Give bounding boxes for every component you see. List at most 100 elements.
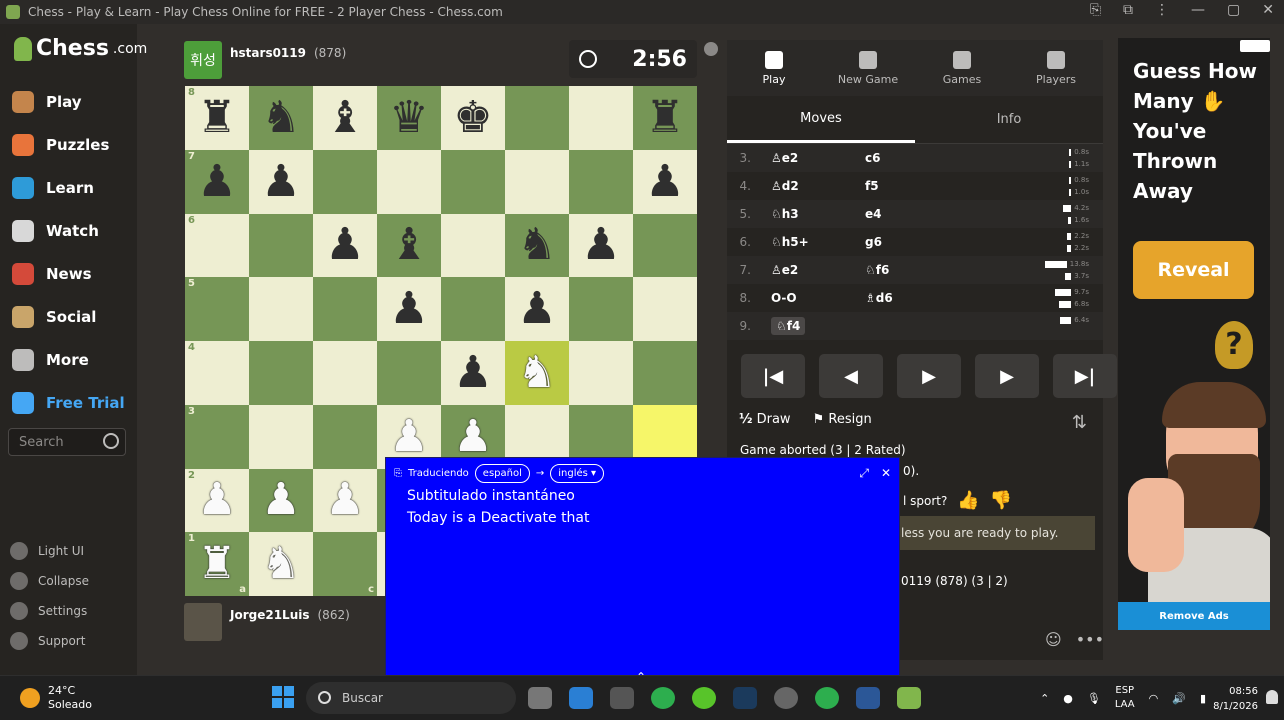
board-square[interactable]: ♟ bbox=[377, 277, 441, 341]
board-square[interactable] bbox=[633, 277, 697, 341]
board-square[interactable]: ♞ bbox=[249, 86, 313, 150]
white-pawn-icon[interactable]: ♟ bbox=[197, 478, 236, 522]
sidebar-item-free-trial[interactable]: Free Trial bbox=[0, 381, 137, 424]
board-square[interactable]: ♜ bbox=[633, 86, 697, 150]
expand-icon[interactable]: ⤢ bbox=[859, 466, 869, 481]
taskbar-search[interactable]: Buscar bbox=[306, 682, 516, 714]
board-square[interactable]: ♛ bbox=[377, 86, 441, 150]
board-square[interactable]: ♞ bbox=[505, 341, 569, 405]
black-pawn-icon[interactable]: ♟ bbox=[581, 223, 620, 267]
microphone-icon[interactable]: 🎙 bbox=[1087, 692, 1101, 705]
close-icon[interactable]: ✕ bbox=[881, 466, 891, 481]
black-move[interactable]: e4 bbox=[865, 207, 959, 221]
board-square[interactable] bbox=[441, 277, 505, 341]
board-square[interactable] bbox=[505, 149, 569, 214]
board-square[interactable]: ♜ 1 a bbox=[185, 532, 249, 596]
source-language-select[interactable]: español bbox=[474, 464, 530, 483]
board-square[interactable] bbox=[313, 149, 377, 214]
white-move[interactable]: ♙d2 bbox=[771, 179, 865, 193]
sidebar-item-watch[interactable]: Watch bbox=[0, 209, 137, 252]
board-square[interactable] bbox=[569, 86, 633, 150]
board-square[interactable] bbox=[505, 86, 569, 150]
board-square[interactable]: ♟ bbox=[441, 341, 505, 405]
black-rook-icon[interactable]: ♜ bbox=[197, 95, 236, 140]
white-rook-icon[interactable]: ♜ bbox=[197, 542, 236, 586]
more-options-icon[interactable]: ••• bbox=[1076, 630, 1104, 649]
sidebar-item-play[interactable]: Play bbox=[0, 80, 137, 123]
board-square[interactable]: ♞ bbox=[249, 532, 313, 596]
board-square[interactable] bbox=[569, 341, 633, 405]
black-knight-icon[interactable]: ♞ bbox=[261, 95, 300, 140]
start-button[interactable] bbox=[272, 686, 294, 708]
avatar[interactable]: 휘성 bbox=[184, 41, 222, 79]
black-pawn-icon[interactable]: ♟ bbox=[645, 159, 684, 204]
black-rook-icon[interactable]: ♜ bbox=[645, 95, 684, 140]
avatar[interactable] bbox=[184, 603, 222, 641]
board-square[interactable] bbox=[633, 341, 697, 405]
board-square[interactable] bbox=[377, 341, 441, 405]
minimize-button[interactable]: — bbox=[1191, 2, 1205, 18]
board-square[interactable]: ♚ bbox=[441, 86, 505, 150]
black-pawn-icon[interactable]: ♟ bbox=[197, 159, 236, 204]
board-square[interactable]: ♟ 7 bbox=[185, 149, 249, 214]
white-knight-icon[interactable]: ♞ bbox=[261, 542, 300, 586]
board-square[interactable]: ♟ bbox=[249, 149, 313, 214]
black-queen-icon[interactable]: ♛ bbox=[389, 95, 428, 140]
notification-bell-icon[interactable] bbox=[1266, 690, 1278, 704]
file-explorer-icon[interactable] bbox=[528, 687, 552, 709]
board-square[interactable]: 4 bbox=[185, 341, 249, 405]
board-settings-gear-icon[interactable] bbox=[704, 42, 718, 56]
board-square[interactable]: ♟ bbox=[313, 468, 377, 533]
close-window-button[interactable]: ✕ bbox=[1262, 2, 1274, 18]
white-move[interactable]: O-O bbox=[771, 291, 865, 305]
tab-players[interactable]: Players bbox=[1009, 40, 1103, 96]
black-pawn-icon[interactable]: ♟ bbox=[389, 287, 428, 331]
board-square[interactable]: ♝ bbox=[313, 86, 377, 150]
chrome-icon[interactable] bbox=[651, 687, 675, 709]
subtab-moves[interactable]: Moves bbox=[727, 96, 915, 143]
weather-widget[interactable]: 24°C Soleado bbox=[20, 684, 92, 712]
white-pawn-icon[interactable]: ♟ bbox=[453, 414, 492, 459]
ad-banner[interactable]: Guess How Many ✋ You've Thrown Away Reve… bbox=[1118, 38, 1270, 630]
kebab-menu-icon[interactable]: ⋮ bbox=[1155, 2, 1169, 18]
board-square[interactable] bbox=[249, 277, 313, 341]
board-square[interactable] bbox=[313, 277, 377, 341]
board-square[interactable]: ♟ bbox=[313, 213, 377, 278]
black-move[interactable]: ♗d6 bbox=[865, 291, 959, 305]
tab-play[interactable]: Play bbox=[727, 40, 821, 96]
store-icon[interactable] bbox=[569, 687, 593, 709]
board-square[interactable] bbox=[249, 213, 313, 278]
steam-icon[interactable] bbox=[733, 687, 757, 709]
board-square[interactable]: ♟ bbox=[569, 213, 633, 278]
thumbs-down-icon[interactable]: 👎 bbox=[990, 490, 1012, 511]
sidebar-item-more[interactable]: More bbox=[0, 338, 137, 381]
white-move[interactable]: ♙e2 bbox=[771, 263, 865, 277]
board-square[interactable]: 5 bbox=[185, 277, 249, 341]
sidebar-search-input[interactable]: Search bbox=[8, 428, 126, 456]
flip-board-icon[interactable]: ⇅ bbox=[1072, 412, 1087, 433]
board-square[interactable]: 3 bbox=[185, 404, 249, 469]
board-square[interactable]: ♟ bbox=[633, 149, 697, 214]
board-square[interactable] bbox=[569, 277, 633, 341]
black-pawn-icon[interactable]: ♟ bbox=[453, 350, 492, 395]
white-move[interactable]: ♘f4 bbox=[771, 317, 865, 335]
resign-button[interactable]: ⚑ Resign bbox=[813, 412, 872, 427]
board-square[interactable]: 6 bbox=[185, 213, 249, 278]
black-bishop-icon[interactable]: ♝ bbox=[389, 223, 428, 267]
sidebar-bottom-item-support[interactable]: Support bbox=[10, 626, 130, 656]
board-square[interactable] bbox=[441, 213, 505, 278]
white-move[interactable]: ♘h3 bbox=[771, 207, 865, 221]
black-move[interactable]: ♘f6 bbox=[865, 263, 959, 277]
sidebar-item-learn[interactable]: Learn bbox=[0, 166, 137, 209]
subtab-info[interactable]: Info bbox=[915, 96, 1103, 143]
board-square[interactable]: ♜ 8 bbox=[185, 86, 249, 150]
sidebar-item-news[interactable]: News bbox=[0, 252, 137, 295]
white-pawn-icon[interactable]: ♟ bbox=[261, 478, 300, 522]
black-bishop-icon[interactable]: ♝ bbox=[325, 95, 364, 140]
sidebar-bottom-item-collapse[interactable]: Collapse bbox=[10, 566, 130, 596]
extensions-icon[interactable]: ⧉ bbox=[1123, 2, 1133, 18]
tab-games[interactable]: Games bbox=[915, 40, 1009, 96]
volume-icon[interactable]: 🔊 bbox=[1172, 692, 1186, 705]
black-move[interactable]: c6 bbox=[865, 151, 959, 165]
board-square[interactable] bbox=[313, 404, 377, 469]
